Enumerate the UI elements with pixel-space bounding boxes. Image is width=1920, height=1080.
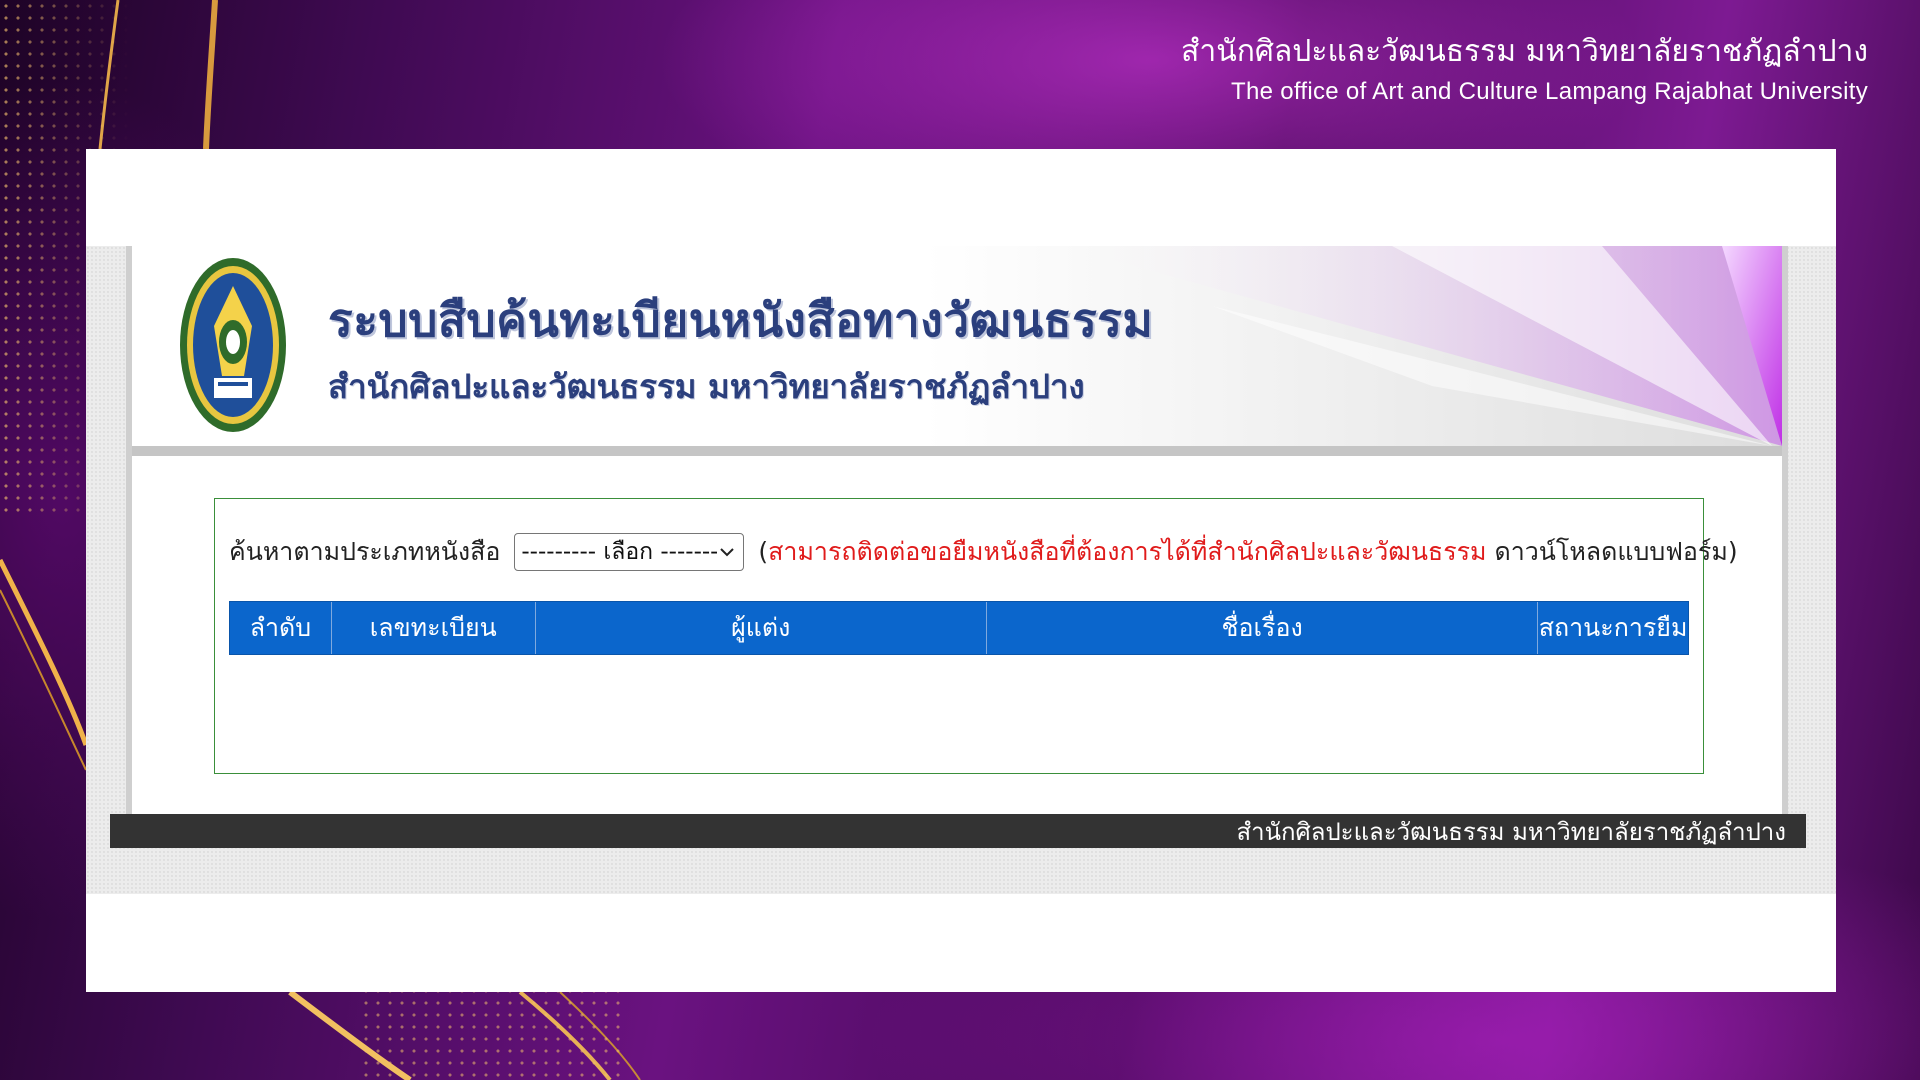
site-banner: ระบบสืบค้นทะเบียนหนังสือทางวัฒนธรรม สำนั… (132, 246, 1782, 456)
column-header-borrow-status: สถานะการยืม (1538, 613, 1688, 642)
footer-text: สำนักศิลปะและวัฒนธรรม มหาวิทยาลัยราชภัฏล… (1236, 817, 1786, 846)
chevron-down-icon (720, 548, 735, 557)
book-type-select-value: --------- เลือก -------- (521, 539, 718, 565)
borrow-note: (สามารถติดต่อขอยืมหนังสือที่ต้องการได้ที… (758, 532, 1737, 572)
download-form-link[interactable]: ดาวน์โหลดแบบฟอร์ม (1494, 537, 1727, 566)
gold-dot-pattern-bottom (360, 985, 620, 1080)
column-header-title: ชื่อเรื่อง (987, 602, 1539, 654)
office-name-english: The office of Art and Culture Lampang Ra… (1231, 78, 1868, 105)
banner-subtitle: สำนักศิลปะและวัฒนธรรม มหาวิทยาลัยราชภัฏล… (328, 367, 1085, 406)
book-type-select[interactable]: --------- เลือก -------- (514, 533, 745, 571)
search-section: ค้นหาตามประเภทหนังสือ --------- เลือก --… (214, 498, 1738, 774)
note-open-paren: ( (758, 537, 769, 566)
borrow-contact-note: สามารถติดต่อขอยืมหนังสือที่ต้องการได้ที่… (768, 537, 1487, 566)
embedded-webpage: ระบบสืบค้นทะเบียนหนังสือทางวัฒนธรรม สำนั… (126, 246, 1788, 814)
banner-title: ระบบสืบค้นทะเบียนหนังสือทางวัฒนธรรม (328, 293, 1154, 347)
note-close-paren: ) (1727, 537, 1738, 566)
column-header-number: ลำดับ (230, 602, 332, 654)
column-header-registration-no: เลขทะเบียน (332, 602, 536, 654)
search-by-type-label: ค้นหาตามประเภทหนังสือ (229, 537, 501, 566)
site-footer: สำนักศิลปะและวัฒนธรรม มหาวิทยาลัยราชภัฏล… (110, 814, 1806, 848)
search-row: ค้นหาตามประเภทหนังสือ --------- เลือก --… (229, 533, 1738, 571)
column-header-author: ผู้แต่ง (536, 602, 987, 654)
banner-divider (132, 446, 1782, 456)
office-name-thai: สำนักศิลปะและวัฒนธรรม มหาวิทยาลัยราชภัฏล… (1181, 34, 1868, 69)
office-header: สำนักศิลปะและวัฒนธรรม มหาวิทยาลัยราชภัฏล… (1181, 32, 1868, 110)
university-seal-icon (180, 258, 286, 432)
results-table-header: ลำดับ เลขทะเบียน ผู้แต่ง ชื่อเรื่อง สถาน… (229, 601, 1689, 655)
